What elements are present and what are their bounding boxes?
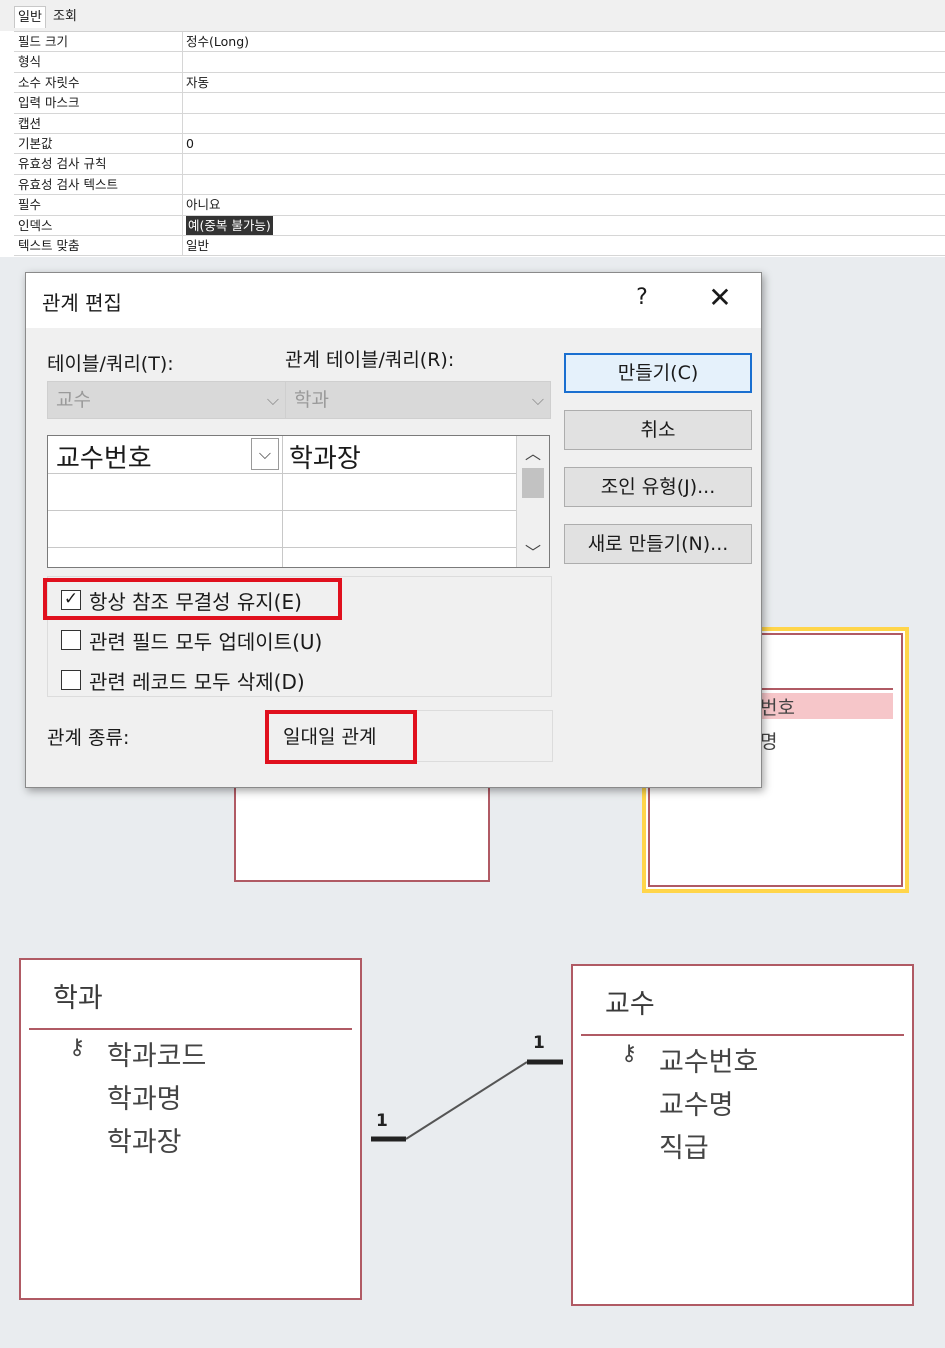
chevron-down-icon: ⌵ [266,390,279,409]
chevron-up-icon[interactable]: ︿ [517,440,549,464]
property-tabbar: 일반 조회 [0,0,945,31]
table-field[interactable]: 학과명 [107,1077,182,1116]
property-value-selected[interactable]: 예(중복 불가능) [186,215,273,235]
property-label: 캡션 [18,115,42,131]
table-gyosu[interactable]: 교수 ⚷ 교수번호 교수명 직급 [571,964,914,1306]
table-title-divider [581,1034,904,1036]
related-table-query-label: 관계 테이블/쿼리(R): [285,349,455,371]
property-row[interactable]: 입력 마스크 [14,93,945,114]
relationship-type-label: 관계 종류: [47,727,130,749]
property-label: 필드 크기 [18,34,68,49]
table-field[interactable]: 학과코드 [107,1034,206,1073]
table-hakgwa[interactable]: 학과 ⚷ 학과코드 학과명 학과장 [19,958,362,1300]
property-row[interactable]: 유효성 검사 텍스트 [14,174,945,196]
create-button[interactable]: 만들기(C) [564,353,752,393]
property-row[interactable]: 필드 크기 정수(Long) [14,32,945,53]
cascade-update-label[interactable]: 관련 필드 모두 업데이트(U) [89,626,322,655]
property-label: 입력 마스크 [18,95,80,111]
property-row[interactable]: 필수 아니요 [14,195,945,216]
field-mapping-grid[interactable]: 교수번호 ⌵ 학과장 ︿ ﹀ [47,435,550,568]
grid-line [48,510,518,511]
connector-label-right: 1 [533,1033,545,1053]
field-right-cell[interactable]: 학과장 [289,438,361,475]
chevron-down-icon[interactable]: ⌵ [251,438,279,470]
property-label: 기본값 [18,135,53,151]
property-label: 형식 [18,54,42,70]
property-value[interactable]: 정수(Long) [186,32,249,51]
create-new-button[interactable]: 새로 만들기(N)... [564,524,752,564]
property-label: 유효성 검사 규칙 [18,156,107,172]
table-field[interactable]: 학과장 [107,1120,182,1159]
table-field[interactable]: 교수명 [659,1083,734,1122]
cascade-update-checkbox[interactable] [61,630,81,650]
related-table-combo-value: 학과 [294,389,329,411]
table-title: 학과 [53,983,103,1014]
property-value[interactable]: 0 [186,134,194,153]
edit-relationships-dialog: 관계 편집 ? ✕ 테이블/쿼리(T): 관계 테이블/쿼리(R): 교수 ⌵ … [25,272,762,788]
tab-lookup[interactable]: 조회 [50,6,80,28]
property-row[interactable]: 유효성 검사 규칙 [14,154,945,175]
property-label: 필수 [18,197,42,213]
property-sheet: 일반 조회 필드 크기 정수(Long) 형식 소수 자릿수 자동 입력 마스크 캡… [0,0,945,257]
grid-scrollbar[interactable]: ︿ ﹀ [516,436,549,567]
scrollbar-thumb[interactable] [522,468,544,498]
table-field[interactable]: 직급 [659,1126,709,1165]
field-left-cell[interactable]: 교수번호 [56,438,152,475]
related-table-combo: 학과 ⌵ [285,381,551,419]
join-type-button[interactable]: 조인 유형(J)... [564,467,752,507]
background-field-label: 명 [760,731,778,753]
relationship-type-panel [416,710,553,762]
property-value[interactable]: 일반 [186,236,209,255]
table-combo: 교수 ⌵ [47,381,286,419]
property-row[interactable]: 형식 [14,52,945,73]
property-label: 유효성 검사 텍스트 [18,176,118,192]
table-title-divider [29,1028,352,1030]
property-value[interactable]: 자동 [186,73,209,92]
property-row[interactable]: 기본값 0 [14,133,945,155]
property-grid: 필드 크기 정수(Long) 형식 소수 자릿수 자동 입력 마스크 캡션 기본값 0… [14,31,945,257]
primary-key-icon: ⚷ [69,1035,86,1060]
connector-label-left: 1 [376,1111,388,1131]
grid-line [48,547,518,548]
grid-divider [282,436,283,567]
property-row[interactable]: 소수 자릿수 자동 [14,72,945,94]
dialog-title: 관계 편집 [42,291,122,315]
tab-general[interactable]: 일반 [14,6,46,28]
cascade-delete-checkbox[interactable] [61,670,81,690]
property-label: 인덱스 [18,217,53,233]
background-field-label: 번호 [760,697,795,719]
connector-line [405,1061,528,1140]
table-title: 교수 [605,989,655,1020]
close-icon[interactable]: ✕ [706,281,734,314]
property-value[interactable]: 아니요 [186,195,221,214]
chevron-down-icon: ⌵ [531,390,544,409]
property-label: 소수 자릿수 [18,74,80,90]
primary-key-icon: ⚷ [621,1041,638,1066]
table-field[interactable]: 교수번호 [659,1040,758,1079]
table-combo-value: 교수 [56,389,91,411]
property-label: 텍스트 맞춤 [18,237,80,253]
cascade-delete-label[interactable]: 관련 레코드 모두 삭제(D) [89,666,305,695]
property-row[interactable]: 인덱스 예(중복 불가능) [14,215,945,236]
highlight-box-enforce [43,578,342,620]
highlight-box-reltype [265,710,417,764]
table-query-label: 테이블/쿼리(T): [47,353,174,375]
property-row[interactable]: 텍스트 맞춤 일반 [14,235,945,257]
cancel-button[interactable]: 취소 [564,410,752,450]
chevron-down-icon[interactable]: ﹀ [517,539,549,563]
dialog-titlebar[interactable]: 관계 편집 ? ✕ [26,273,761,328]
help-button[interactable]: ? [632,285,652,310]
property-row[interactable]: 캡션 [14,113,945,134]
